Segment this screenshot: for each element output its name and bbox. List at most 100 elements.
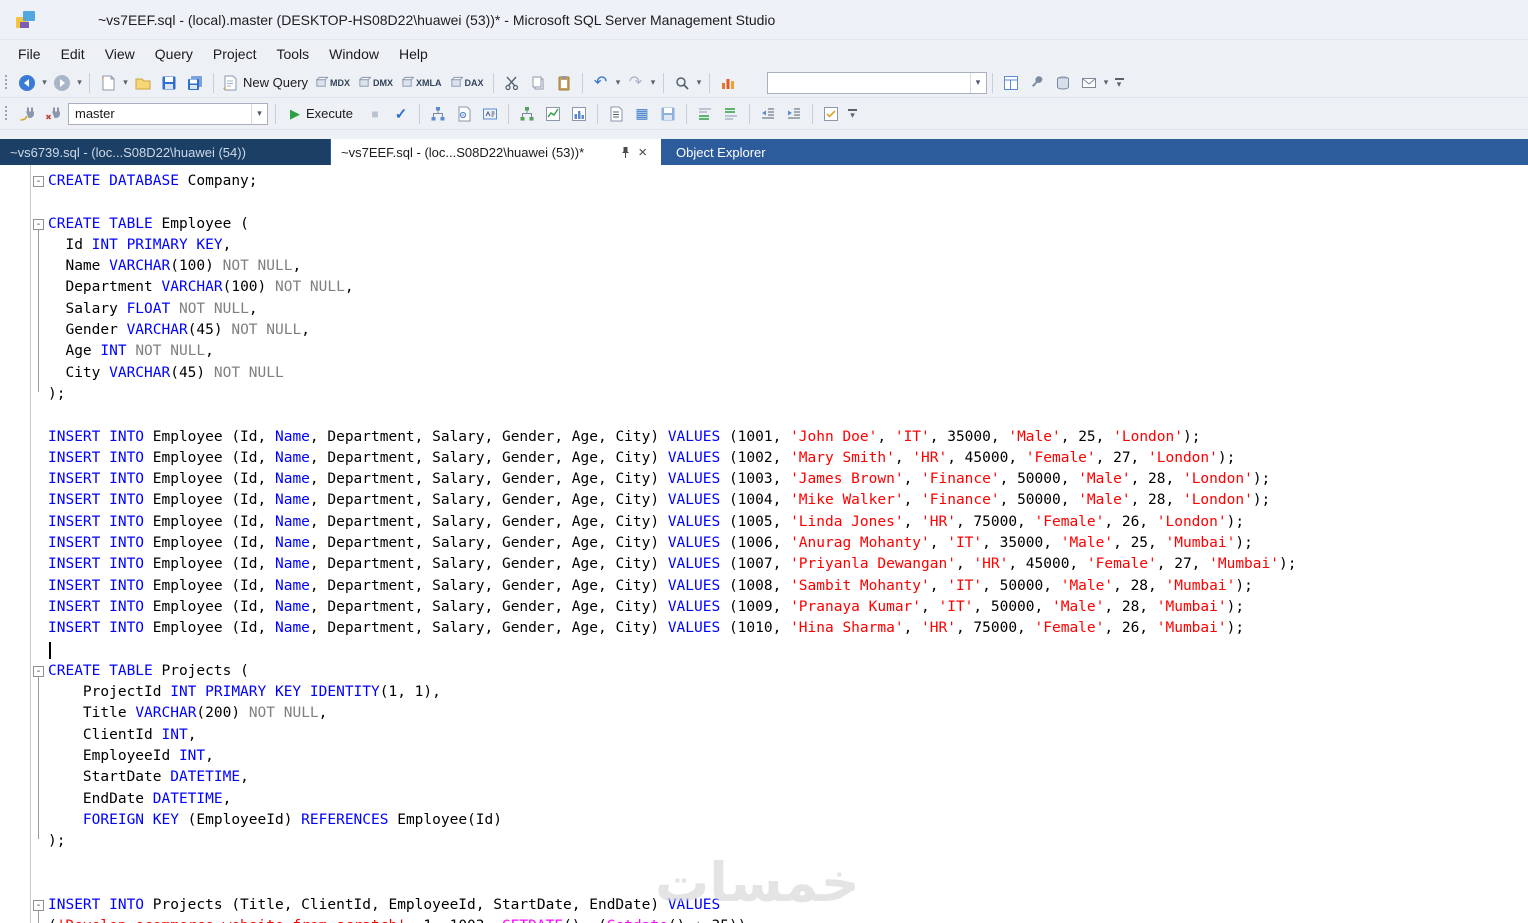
back-dropdown-caret[interactable]: ▾ [40,77,49,88]
cancel-query-button[interactable]: ■ [363,102,387,126]
increase-indent-button[interactable] [782,102,806,126]
xmla-query-button[interactable]: XMLA [398,71,445,95]
results-to-text-button[interactable] [604,102,628,126]
open-file-button[interactable] [131,71,155,95]
code-line[interactable]: EmployeeId INT, [0,746,1528,767]
fold-collapse-icon[interactable]: - [33,218,44,230]
menu-help[interactable]: Help [389,42,438,66]
document-tab[interactable]: ~vs6739.sql - (loc...S08D22\huawei (54)) [0,139,330,165]
code-line[interactable]: StartDate DATETIME, [0,767,1528,788]
code-line[interactable]: INSERT INTO Employee (Id, Name, Departme… [0,512,1528,533]
code-line[interactable] [0,192,1528,213]
redo-button[interactable]: ↷ [624,71,648,95]
toolbar-grip[interactable] [4,105,8,122]
estimated-plan-button[interactable] [426,102,450,126]
menu-tools[interactable]: Tools [266,42,319,66]
new-file-button[interactable] [96,71,120,95]
query-options-button[interactable] [452,102,476,126]
code-area[interactable]: CREATE DATABASE Company; - CREATE TABLE Em… [0,165,1528,923]
code-line[interactable]: INSERT INTO Employee (Id, Name, Departme… [0,576,1528,597]
code-line[interactable]: ClientId INT, [0,725,1528,746]
code-line[interactable]: INSERT INTO Employee (Id, Name, Departme… [0,427,1528,448]
window-grid-button[interactable] [999,71,1023,95]
code-line[interactable]: CREATE TABLE Employee (- [0,214,1528,235]
mdx-query-button[interactable]: MDX [312,71,353,95]
redo-dropdown-caret[interactable]: ▾ [649,77,658,88]
code-line[interactable]: CREATE TABLE Projects (- [0,661,1528,682]
code-line[interactable]: EndDate DATETIME, [0,789,1528,810]
code-line[interactable]: Title VARCHAR(200) NOT NULL, [0,703,1528,724]
pin-icon[interactable] [617,146,634,159]
code-line[interactable]: ); [0,384,1528,405]
code-line[interactable]: Department VARCHAR(100) NOT NULL, [0,277,1528,298]
properties-button[interactable] [1025,71,1049,95]
code-line[interactable]: Name VARCHAR(100) NOT NULL, [0,256,1528,277]
extras-dropdown-caret[interactable]: ▾ [1102,77,1111,88]
save-all-button[interactable] [183,71,207,95]
undo-dropdown-caret[interactable]: ▾ [614,77,623,88]
code-line[interactable]: ); [0,831,1528,852]
code-line[interactable]: City VARCHAR(45) NOT NULL [0,363,1528,384]
connect-button[interactable] [15,102,39,126]
code-line[interactable]: INSERT INTO Employee (Id, Name, Departme… [0,618,1528,639]
menu-window[interactable]: Window [319,42,389,66]
database-dropdown-caret[interactable]: ▾ [251,103,267,124]
code-line[interactable]: ('Develop ecommerce website from scratch… [0,916,1528,923]
combobox-dropdown-caret[interactable]: ▾ [969,72,986,93]
navigate-back-button[interactable] [15,71,39,95]
document-tab[interactable]: ~vs7EEF.sql - (loc...S08D22\huawei (53))… [331,139,661,165]
live-query-stats-button[interactable] [541,102,565,126]
actual-plan-button[interactable] [515,102,539,126]
available-databases-combobox[interactable]: master ▾ [68,102,268,125]
code-line[interactable]: INSERT INTO Employee (Id, Name, Departme… [0,533,1528,554]
intellisense-button[interactable] [478,102,502,126]
find-dropdown-caret[interactable]: ▾ [695,77,704,88]
change-connection-button[interactable] [41,102,65,126]
results-to-file-button[interactable] [656,102,680,126]
toolbar-combobox[interactable]: ▾ [766,71,987,94]
fold-collapse-icon[interactable]: - [33,900,44,912]
code-line[interactable]: Age INT NOT NULL, [0,341,1528,362]
client-stats-button[interactable] [567,102,591,126]
dax-query-button[interactable]: DAX [447,71,487,95]
menu-edit[interactable]: Edit [51,42,95,66]
results-to-grid-button[interactable]: ▦ [630,102,654,126]
find-button[interactable] [670,71,694,95]
new-query-button[interactable]: New Query [220,71,310,95]
code-line[interactable]: INSERT INTO Employee (Id, Name, Departme… [0,490,1528,511]
code-line[interactable]: INSERT INTO Employee (Id, Name, Departme… [0,469,1528,490]
close-icon[interactable]: × [634,145,651,160]
code-line[interactable]: INSERT INTO Employee (Id, Name, Departme… [0,448,1528,469]
code-line[interactable]: Salary FLOAT NOT NULL, [0,299,1528,320]
code-line[interactable]: Gender VARCHAR(45) NOT NULL, [0,320,1528,341]
database-layers-button[interactable] [1051,71,1075,95]
menu-view[interactable]: View [95,42,145,66]
code-editor[interactable]: CREATE DATABASE Company; - CREATE TABLE Em… [0,165,1528,923]
forward-dropdown-caret[interactable]: ▾ [75,77,84,88]
template-parameters-button[interactable] [819,102,843,126]
feedback-button[interactable] [1077,71,1101,95]
code-line[interactable] [0,640,1528,661]
copy-button[interactable] [526,71,550,95]
code-line[interactable]: INSERT INTO Employee (Id, Name, Departme… [0,597,1528,618]
dmx-query-button[interactable]: DMX [355,71,396,95]
execute-button[interactable]: ▶ Execute [283,102,360,126]
toolbar-overflow-button[interactable]: ▾ [1114,78,1124,89]
code-line[interactable]: CREATE DATABASE Company; - [0,171,1528,192]
toolbar-overflow-button[interactable]: ▾ [847,109,857,120]
code-line[interactable]: FOREIGN KEY (EmployeeId) REFERENCES Empl… [0,810,1528,831]
menu-file[interactable]: File [8,42,51,66]
fold-collapse-icon[interactable]: - [33,176,44,187]
uncomment-button[interactable] [719,102,743,126]
navigate-forward-button[interactable] [50,71,74,95]
paste-button[interactable] [552,71,576,95]
tab-object-explorer[interactable]: Object Explorer [662,139,780,165]
new-file-dropdown-caret[interactable]: ▾ [121,77,130,88]
code-line[interactable]: ProjectId INT PRIMARY KEY IDENTITY(1, 1)… [0,682,1528,703]
toolbar-grip[interactable] [4,74,8,91]
cut-button[interactable] [500,71,524,95]
save-button[interactable] [157,71,181,95]
decrease-indent-button[interactable] [756,102,780,126]
parse-button[interactable]: ✓ [389,102,413,126]
menu-project[interactable]: Project [203,42,267,66]
